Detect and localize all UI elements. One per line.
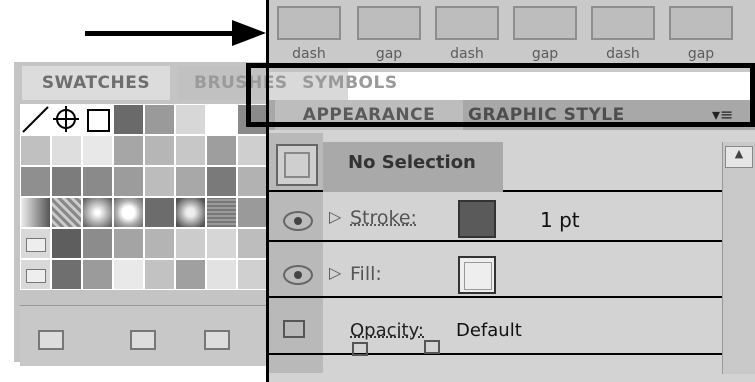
swatch[interactable] [144,197,175,228]
add-new-stroke-icon[interactable] [352,342,368,356]
swatch[interactable] [206,104,237,135]
stroke-label[interactable]: Stroke: [350,207,417,229]
swatch[interactable] [144,104,175,135]
gap-label: gap [513,46,577,62]
swatch[interactable] [237,228,268,259]
swatch-libraries-icon[interactable] [38,330,64,350]
arrow-head-icon [232,20,266,46]
dash-label: dash [435,46,499,62]
swatch[interactable] [51,228,82,259]
scrollbar[interactable] [722,142,755,374]
swatch[interactable] [113,166,144,197]
swatches-footer [20,305,266,366]
opacity-label[interactable]: Opacity: [350,320,424,341]
swatch[interactable] [51,166,82,197]
swatch[interactable] [237,259,268,290]
swatch[interactable] [51,135,82,166]
dash-label: dash [591,46,655,62]
gap-field[interactable] [357,6,421,40]
swatch[interactable] [175,259,206,290]
swatch[interactable] [144,166,175,197]
swatch[interactable] [175,166,206,197]
white-swatch[interactable] [82,104,113,135]
swatch[interactable] [113,259,144,290]
gradient-swatch[interactable] [113,197,144,228]
swatch[interactable] [175,135,206,166]
swatch[interactable] [206,166,237,197]
swatch[interactable] [144,259,175,290]
gradient-swatch[interactable] [82,197,113,228]
swatch[interactable] [237,197,268,228]
registration-swatch[interactable] [51,104,82,135]
eye-icon[interactable] [283,265,313,285]
dash-gap-strip: dash gap dash gap dash gap [269,0,755,72]
swatch[interactable] [175,104,206,135]
add-new-fill-icon[interactable] [424,340,440,354]
swatch[interactable] [237,166,268,197]
swatch[interactable] [175,228,206,259]
swatch[interactable] [20,166,51,197]
swatch[interactable] [206,228,237,259]
swatch[interactable] [82,228,113,259]
fill-swatch[interactable] [458,256,496,294]
swatch-options-icon[interactable] [204,330,230,350]
gradient-swatch[interactable] [20,197,51,228]
swatch[interactable] [206,259,237,290]
registration-icon [52,105,81,134]
dash-field[interactable] [277,6,341,40]
fill-label[interactable]: Fill: [350,263,382,285]
swatch[interactable] [113,135,144,166]
fill-row[interactable] [269,248,755,298]
dash-field[interactable] [591,6,655,40]
eye-icon[interactable] [283,211,313,231]
visibility-icon[interactable] [283,320,305,338]
highlight-rectangle [246,63,755,127]
swatch[interactable] [113,228,144,259]
tab-swatches[interactable]: SWATCHES [22,66,170,100]
gradient-swatch[interactable] [175,197,206,228]
swatch[interactable] [113,104,144,135]
opacity-value: Default [456,320,522,341]
swatch[interactable] [51,259,82,290]
swatch[interactable] [82,166,113,197]
expand-triangle-icon[interactable]: ▷ [329,207,341,226]
stroke-weight-value[interactable]: 1 pt [540,208,580,232]
color-group-folder-icon[interactable] [20,228,51,259]
scroll-up-icon[interactable]: ▲ [725,146,753,168]
swatch[interactable] [144,228,175,259]
dash-field[interactable] [435,6,499,40]
swatch[interactable] [82,259,113,290]
none-swatch[interactable] [20,104,51,135]
stroke-swatch[interactable] [458,200,496,238]
gap-label: gap [357,46,421,62]
swatch[interactable] [237,135,268,166]
swatch[interactable] [20,135,51,166]
pattern-swatch[interactable] [51,197,82,228]
show-swatch-kinds-icon[interactable] [130,330,156,350]
dash-label: dash [277,46,341,62]
swatch[interactable] [144,135,175,166]
arrow-shaft [85,31,235,36]
swatch[interactable] [82,135,113,166]
gap-label: gap [669,46,733,62]
swatch-grid [20,104,266,300]
no-selection-label: No Selection [348,152,476,173]
gap-field[interactable] [513,6,577,40]
none-icon [21,105,50,134]
stroke-row[interactable] [269,192,755,242]
selection-thumbnail-inner [284,152,310,178]
pattern-swatch[interactable] [206,197,237,228]
swatch[interactable] [206,135,237,166]
expand-triangle-icon[interactable]: ▷ [329,263,341,282]
color-group-folder-icon[interactable] [20,259,51,290]
gap-field[interactable] [669,6,733,40]
